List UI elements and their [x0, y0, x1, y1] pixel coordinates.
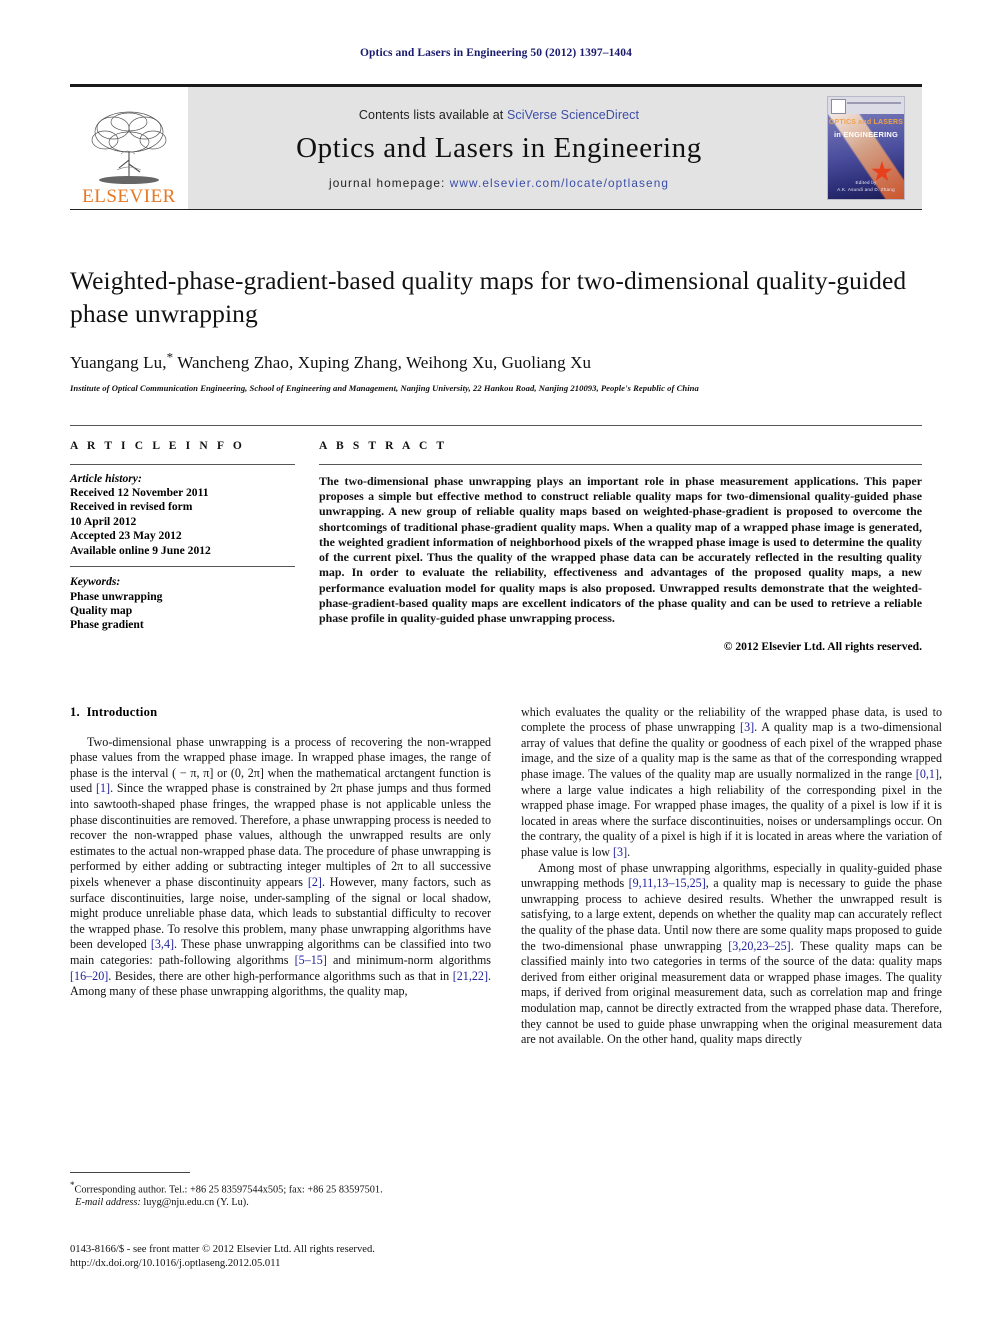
page-title: Weighted-phase-gradient-based quality ma… [70, 266, 907, 328]
footnote-divider [70, 1172, 190, 1173]
keywords-group: Keywords: Phase unwrapping Quality map P… [70, 567, 295, 633]
abstract-heading: A B S T R A C T [319, 439, 448, 452]
email-address[interactable]: luyg@nju.edu.cn (Y. Lu). [143, 1197, 248, 1208]
elsevier-wordmark: ELSEVIER [82, 186, 176, 207]
contents-prefix: Contents lists available at [358, 108, 507, 122]
article-history-label: Article history: [70, 471, 142, 485]
contents-available-line: Contents lists available at SciVerse Sci… [359, 108, 639, 122]
article-info-column: A R T I C L E I N F O Article history: R… [70, 440, 295, 653]
right-column: which evaluates the quality or the relia… [521, 705, 942, 1205]
cover-title-line2: in ENGINEERING [833, 130, 899, 139]
journal-masthead: ELSEVIER Contents lists available at Sci… [70, 84, 922, 210]
cover-header-rule [847, 102, 901, 104]
footnote-block: *Corresponding author. Tel.: +86 25 8359… [70, 1172, 491, 1209]
cover-elsevier-mark [831, 99, 846, 114]
homepage-label: journal homepage: [328, 176, 450, 190]
abstract-text: The two-dimensional phase unwrapping pla… [319, 473, 922, 626]
article-info-heading: A R T I C L E I N F O [70, 439, 245, 452]
elsevier-logo: ELSEVIER [70, 87, 188, 209]
section-number: 1. [70, 704, 80, 719]
journal-cover-thumbnail[interactable]: OPTICS and LASERS in ENGINEERING Edited … [827, 96, 905, 200]
article-history-group: Article history: Received 12 November 20… [70, 465, 295, 566]
doi-line[interactable]: http://dx.doi.org/10.1016/j.optlaseng.20… [70, 1257, 570, 1271]
paper-page: Optics and Lasers in Engineering 50 (201… [0, 0, 992, 1323]
affiliation: Institute of Optical Communication Engin… [70, 382, 699, 393]
masthead-center: Contents lists available at SciVerse Sci… [188, 87, 810, 209]
issn-copyright-line: 0143-8166/$ - see front matter © 2012 El… [70, 1244, 375, 1255]
keyword-item: Phase unwrapping [70, 589, 163, 603]
title-block: Weighted-phase-gradient-based quality ma… [70, 264, 922, 393]
sciencedirect-link[interactable]: SciVerse ScienceDirect [507, 108, 639, 122]
cover-editor-label: Edited by [855, 180, 877, 185]
intro-paragraph-left: Two-dimensional phase unwrapping is a pr… [70, 734, 492, 999]
abstract-column: A B S T R A C T The two-dimensional phas… [319, 440, 922, 653]
intro-paragraph-right-1: which evaluates the quality or the relia… [521, 704, 942, 859]
history-item: Accepted 23 May 2012 [70, 529, 182, 543]
journal-cover-block: OPTICS and LASERS in ENGINEERING Edited … [810, 87, 922, 209]
homepage-url[interactable]: www.elsevier.com/locate/optlaseng [450, 176, 669, 190]
journal-title: Optics and Lasers in Engineering [296, 132, 702, 164]
keyword-item: Phase gradient [70, 618, 144, 632]
corresponding-author-note: *Corresponding author. Tel.: +86 25 8359… [70, 1179, 491, 1209]
abstract-copyright: © 2012 Elsevier Ltd. All rights reserved… [723, 639, 922, 653]
section-heading-introduction: 1. Introduction [70, 705, 491, 720]
author-names: Yuangang Lu,* Wancheng Zhao, Xuping Zhan… [70, 349, 592, 372]
cover-editor-names: A.K. Asundi and D. Zhang [837, 187, 895, 192]
section-label: Introduction [86, 704, 158, 719]
journal-homepage-line: journal homepage: www.elsevier.com/locat… [329, 176, 669, 190]
imprint-block: 0143-8166/$ - see front matter © 2012 El… [70, 1243, 570, 1271]
author-list: Yuangang Lu,* Wancheng Zhao, Xuping Zhan… [70, 349, 922, 373]
intro-paragraph-right-2: Among most of phase unwrapping algorithm… [521, 860, 942, 1047]
history-item: 10 April 2012 [70, 514, 137, 528]
running-head: Optics and Lasers in Engineering 50 (201… [360, 47, 632, 59]
email-label: E-mail address: [75, 1197, 141, 1209]
info-abstract-region: A R T I C L E I N F O Article history: R… [70, 424, 922, 653]
history-item: Available online 9 June 2012 [70, 543, 211, 557]
body-columns: 1. Introduction Two-dimensional phase un… [70, 705, 942, 1205]
elsevier-tree-icon [83, 108, 175, 186]
keywords-label: Keywords: [70, 575, 121, 589]
corresponding-author-text: Corresponding author. Tel.: +86 25 83597… [74, 1184, 383, 1196]
cover-title-line1: OPTICS and LASERS [828, 119, 904, 126]
left-column: 1. Introduction Two-dimensional phase un… [70, 705, 491, 1205]
history-item: Received in revised form [70, 500, 193, 514]
keyword-item: Quality map [70, 603, 133, 617]
history-item: Received 12 November 2011 [70, 486, 209, 500]
